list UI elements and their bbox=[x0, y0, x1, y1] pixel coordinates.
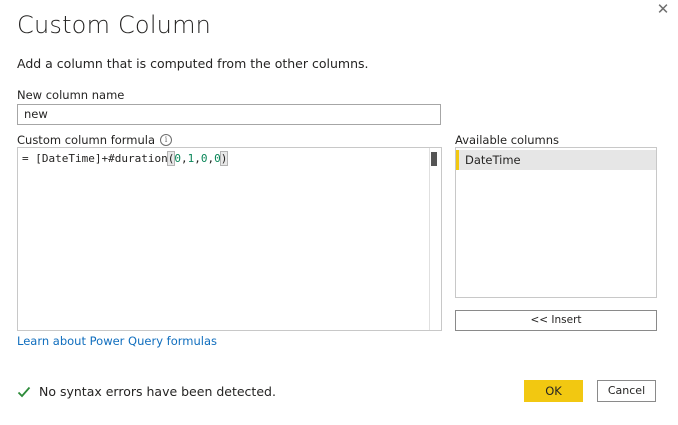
new-column-name-label: New column name bbox=[17, 88, 125, 102]
available-column-item[interactable]: DateTime bbox=[456, 150, 656, 170]
close-icon[interactable]: ✕ bbox=[652, 0, 674, 22]
dialog-title: Custom Column bbox=[17, 11, 212, 39]
cancel-button[interactable]: Cancel bbox=[597, 380, 656, 402]
checkmark-icon bbox=[17, 386, 31, 397]
formula-label-row: Custom column formula i bbox=[17, 133, 173, 147]
new-column-name-input[interactable]: new bbox=[17, 104, 441, 125]
formula-close-paren: ) bbox=[219, 151, 229, 166]
formula-arg: 0 bbox=[174, 152, 181, 165]
formula-scrollbar-thumb[interactable] bbox=[431, 152, 437, 166]
formula-text[interactable]: = [DateTime]+#duration(0,1,0,0) bbox=[22, 151, 229, 166]
formula-arg: 0 bbox=[200, 152, 208, 165]
insert-button[interactable]: << Insert bbox=[455, 310, 657, 331]
ok-button[interactable]: OK bbox=[524, 380, 583, 402]
status-text: No syntax errors have been detected. bbox=[39, 384, 276, 399]
formula-arg: 1 bbox=[187, 152, 195, 165]
available-columns-label: Available columns bbox=[455, 133, 560, 147]
formula-arg: 0 bbox=[214, 152, 221, 165]
dialog-subtitle: Add a column that is computed from the o… bbox=[17, 56, 369, 71]
formula-label: Custom column formula bbox=[17, 133, 156, 147]
info-icon[interactable]: i bbox=[160, 134, 173, 146]
available-columns-list[interactable]: DateTime bbox=[455, 147, 657, 298]
formula-scrollbar-track bbox=[429, 148, 430, 330]
formula-prefix: = [DateTime]+#duration bbox=[22, 152, 168, 165]
formula-editor[interactable]: = [DateTime]+#duration(0,1,0,0) bbox=[17, 147, 442, 331]
syntax-status: No syntax errors have been detected. bbox=[17, 384, 276, 399]
learn-formulas-link[interactable]: Learn about Power Query formulas bbox=[17, 334, 217, 348]
